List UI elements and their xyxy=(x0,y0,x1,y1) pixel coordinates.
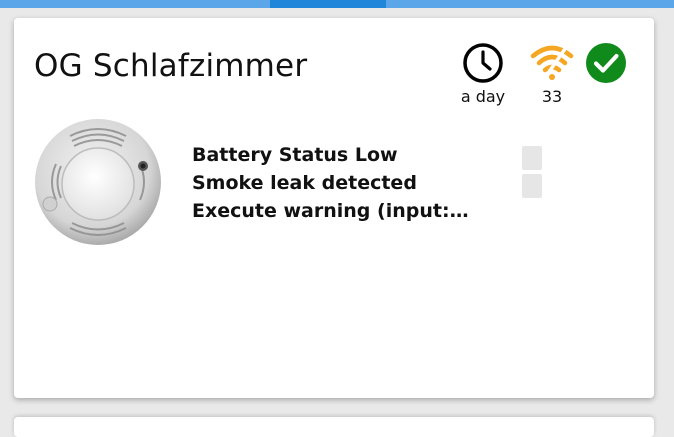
last-seen-status: a day xyxy=(456,42,510,106)
wifi-icon xyxy=(530,44,574,84)
expose-label: Smoke leak detected xyxy=(192,172,417,194)
device-card: OG Schlafzimmer a day 33 Battery Status … xyxy=(14,18,654,398)
device-image xyxy=(34,118,162,246)
expose-row: Smoke leak detected xyxy=(192,169,472,197)
smoke-detector-image xyxy=(35,119,161,245)
smoke-indicator xyxy=(522,174,542,198)
link-quality-status: 33 xyxy=(522,42,582,106)
battery-low-indicator xyxy=(522,146,542,170)
expose-label: Execute warning (input: ... xyxy=(192,200,472,222)
check-circle-icon xyxy=(586,43,626,83)
next-device-card xyxy=(14,417,654,437)
device-title: OG Schlafzimmer xyxy=(34,48,308,84)
expose-label: Battery Status Low xyxy=(192,144,398,166)
last-seen-label: a day xyxy=(460,87,506,106)
expose-row: Execute warning (input: ... xyxy=(192,197,472,225)
expose-list: Battery Status Low Smoke leak detected E… xyxy=(192,141,472,225)
link-quality-value: 33 xyxy=(541,87,563,106)
expose-row: Battery Status Low xyxy=(192,141,472,169)
active-tab-indicator[interactable] xyxy=(270,0,386,8)
availability-status xyxy=(582,42,630,84)
clock-icon xyxy=(463,43,503,83)
